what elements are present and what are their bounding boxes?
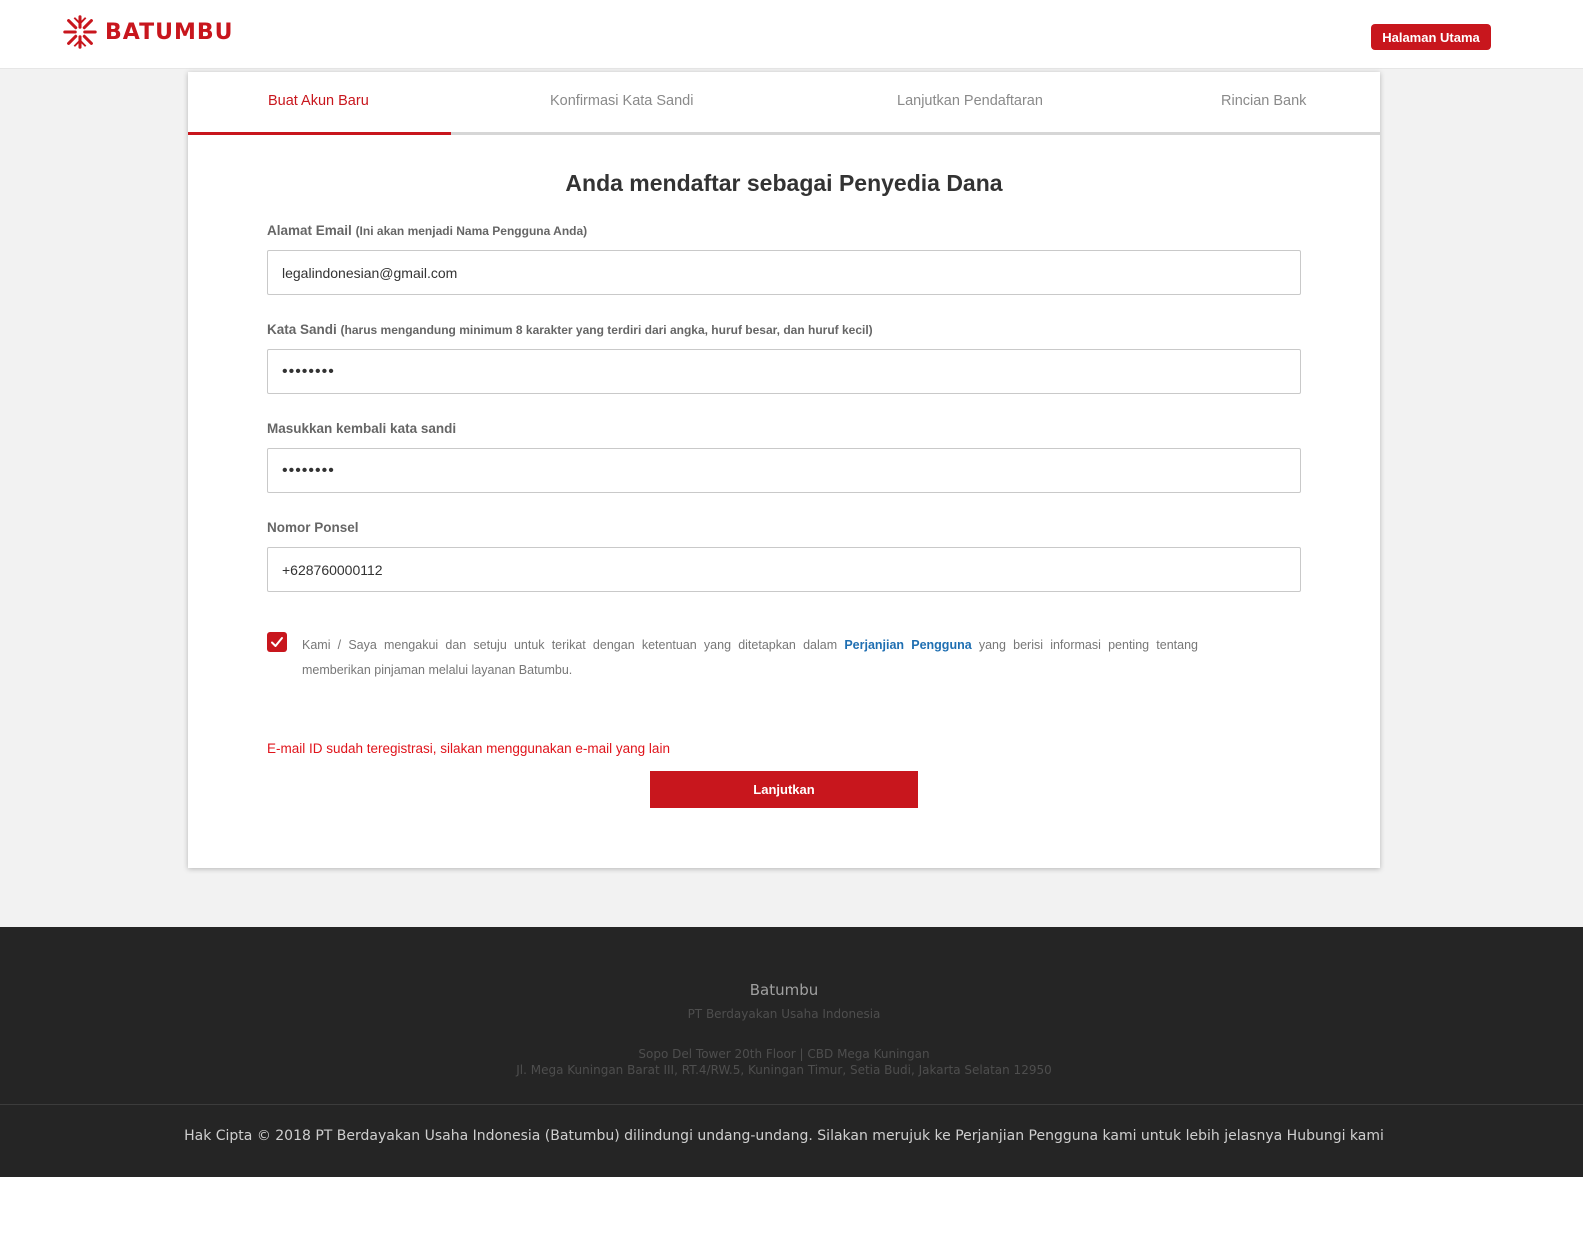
tab-create-account[interactable]: Buat Akun Baru xyxy=(268,93,369,109)
footer-copyright: Hak Cipta © 2018 PT Berdayakan Usaha Ind… xyxy=(0,1128,1568,1144)
copyright-middle-text: kami untuk lebih jelasnya xyxy=(1102,1128,1283,1144)
active-tab-indicator xyxy=(188,132,451,135)
footer-divider xyxy=(0,1104,1583,1105)
email-field[interactable] xyxy=(267,250,1301,295)
confirm-password-field[interactable] xyxy=(267,448,1301,493)
footer-address-line2: Jl. Mega Kuningan Barat III, RT.4/RW.5, … xyxy=(516,1063,1052,1077)
top-navbar: BATUMBU Halaman Utama xyxy=(0,0,1583,69)
checkmark-icon xyxy=(271,637,283,647)
contact-us-link[interactable]: Hubungi kami xyxy=(1287,1128,1384,1144)
phone-field[interactable] xyxy=(267,547,1301,592)
email-label-note: (Ini akan menjadi Nama Pengguna Anda) xyxy=(355,224,588,238)
brand-logo[interactable]: BATUMBU xyxy=(61,12,233,52)
footer-user-agreement-link[interactable]: Perjanjian Pengguna xyxy=(955,1128,1098,1144)
registration-card: Buat Akun Baru Konfirmasi Kata Sandi Lan… xyxy=(188,72,1380,868)
brand-name: BATUMBU xyxy=(105,19,234,45)
agreement-checkbox[interactable] xyxy=(267,632,287,652)
tab-confirm-password[interactable]: Konfirmasi Kata Sandi xyxy=(550,93,693,109)
agreement-text-before: Kami / Saya mengakui dan setuju untuk te… xyxy=(302,638,838,652)
email-label-text: Alamat Email xyxy=(267,223,352,238)
footer-address-line1: Sopo Del Tower 20th Floor | CBD Mega Kun… xyxy=(638,1047,930,1061)
email-label: Alamat Email (Ini akan menjadi Nama Peng… xyxy=(267,223,587,238)
page-title: Anda mendaftar sebagai Penyedia Dana xyxy=(565,170,1003,196)
password-label: Kata Sandi (harus mengandung minimum 8 k… xyxy=(267,322,873,337)
password-label-text: Kata Sandi xyxy=(267,322,337,337)
home-button[interactable]: Halaman Utama xyxy=(1371,24,1491,50)
tab-bank-details[interactable]: Rincian Bank xyxy=(1221,93,1306,109)
footer-company: PT Berdayakan Usaha Indonesia xyxy=(687,1007,881,1021)
footer-brand: Batumbu xyxy=(749,981,819,999)
tab-continue-registration[interactable]: Lanjutkan Pendaftaran xyxy=(897,93,1043,109)
confirm-password-label: Masukkan kembali kata sandi xyxy=(267,421,457,436)
phone-label: Nomor Ponsel xyxy=(267,520,359,535)
copyright-text: Hak Cipta © 2018 PT Berdayakan Usaha Ind… xyxy=(184,1128,951,1144)
footer: Batumbu PT Berdayakan Usaha Indonesia So… xyxy=(0,927,1583,1177)
password-field[interactable] xyxy=(267,349,1301,394)
error-message: E-mail ID sudah teregistrasi, silakan me… xyxy=(267,741,670,756)
continue-button[interactable]: Lanjutkan xyxy=(650,771,918,808)
password-label-note: (harus mengandung minimum 8 karakter yan… xyxy=(340,323,873,337)
step-tabs: Buat Akun Baru Konfirmasi Kata Sandi Lan… xyxy=(188,72,1380,135)
batumbu-logo-icon xyxy=(63,15,97,49)
user-agreement-link[interactable]: Perjanjian Pengguna xyxy=(844,638,971,652)
agreement-text: Kami / Saya mengakui dan setuju untuk te… xyxy=(302,633,1198,683)
